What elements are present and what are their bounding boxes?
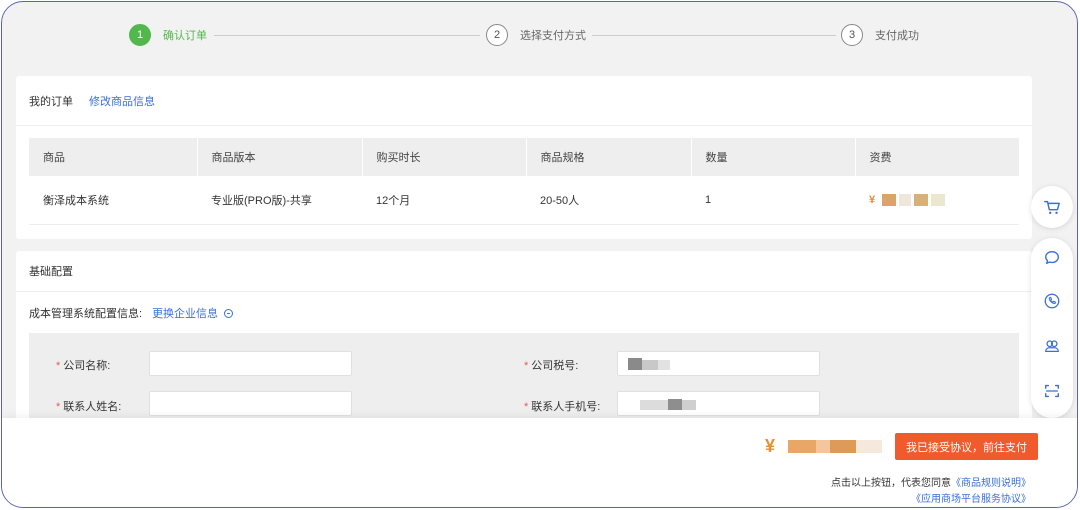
- checkout-footer: ¥ 我已接受协议，前往支付 点击以上按钮，代表您同意《商品规则说明》 《应用商场…: [2, 418, 1077, 507]
- price-cell: ¥: [855, 176, 1019, 225]
- order-table: 商品 商品版本 购买时长 商品规格 数量 资费 衡泽成本系统 专业版(PRO版)…: [29, 138, 1019, 225]
- column-header: 资费: [855, 138, 1019, 176]
- step-payment-success: 3 支付成功: [841, 24, 919, 46]
- change-company-link[interactable]: 更换企业信息: [152, 305, 218, 321]
- product-name: 衡泽成本系统: [29, 176, 197, 225]
- checkout-stepper: 1 确认订单 2 选择支付方式 3 支付成功: [2, 2, 1077, 72]
- tax-id-label: * 公司税号:: [524, 360, 579, 372]
- price-redacted: [882, 193, 897, 206]
- cart-float-button[interactable]: [1031, 186, 1073, 228]
- step-select-payment: 2 选择支付方式: [486, 24, 586, 46]
- total-price-redacted: [830, 440, 856, 453]
- step-connector: [592, 35, 836, 36]
- product-rules-link[interactable]: 《商品规则说明》: [951, 478, 1031, 489]
- total-price-redacted: [788, 440, 816, 453]
- purchase-duration: 12个月: [362, 176, 526, 225]
- quantity: 1: [691, 176, 855, 225]
- price-redacted: [899, 193, 912, 206]
- users-icon: [1045, 340, 1059, 353]
- contact-name-label: * 联系人姓名:: [56, 401, 122, 413]
- agreement-line-2: 《应用商场平台服务协议》: [911, 490, 1031, 505]
- total-price-redacted: [856, 440, 882, 453]
- platform-service-agreement-link[interactable]: 《应用商场平台服务协议》: [911, 494, 1031, 505]
- product-spec: 20-50人: [526, 176, 691, 225]
- step-number: 3: [841, 24, 863, 46]
- column-header: 购买时长: [362, 138, 527, 176]
- config-info-label: 成本管理系统配置信息:: [29, 308, 143, 320]
- agreement-line: 点击以上按钮，代表您同意《商品规则说明》: [831, 474, 1031, 489]
- cart-icon: [1044, 200, 1060, 215]
- redacted-value: [658, 360, 670, 370]
- chat-float-button[interactable]: [1042, 248, 1062, 268]
- column-header: 商品规格: [526, 138, 692, 176]
- step-number: 2: [486, 24, 508, 46]
- column-header: 商品版本: [197, 138, 363, 176]
- company-name-field[interactable]: [149, 351, 352, 376]
- column-header: 商品: [29, 138, 198, 176]
- price-symbol: ¥: [869, 193, 876, 206]
- phone-icon: [1044, 293, 1060, 309]
- config-info-row: 成本管理系统配置信息: 更换企业信息: [29, 305, 234, 321]
- accept-and-pay-button[interactable]: 我已接受协议，前往支付: [895, 433, 1038, 460]
- float-toolbar: [1031, 238, 1073, 418]
- price-redacted: [914, 193, 929, 206]
- step-label: 支付成功: [875, 30, 919, 42]
- step-connector: [214, 35, 480, 36]
- modify-product-link[interactable]: 修改商品信息: [89, 93, 155, 109]
- company-name-label: * 公司名称:: [56, 360, 111, 372]
- tax-id-field[interactable]: [617, 351, 820, 376]
- price-redacted: [931, 193, 946, 206]
- chat-icon: [1045, 251, 1059, 265]
- order-panel: 我的订单 修改商品信息 商品 商品版本 购买时长 商品规格 数量 资费 衡泽成本…: [16, 76, 1032, 239]
- total-price-redacted: [816, 440, 830, 453]
- config-title: 基础配置: [29, 266, 73, 278]
- info-switch-icon[interactable]: [224, 308, 234, 318]
- table-header-row: 商品 商品版本 购买时长 商品规格 数量 资费: [29, 138, 1019, 176]
- config-panel-header: 基础配置: [16, 251, 1032, 292]
- contact-phone-field[interactable]: [617, 391, 820, 416]
- order-panel-header: 我的订单 修改商品信息: [16, 76, 1032, 126]
- step-number: 1: [129, 24, 151, 46]
- redacted-value: [682, 400, 696, 410]
- agreement-text: 点击以上按钮，代表您同意: [831, 478, 951, 489]
- contact-phone-label: * 联系人手机号:: [524, 401, 601, 413]
- app-window: 1 确认订单 2 选择支付方式 3 支付成功 我的订单 修改商品信息 商品 商品…: [1, 1, 1078, 508]
- order-title: 我的订单: [29, 95, 73, 108]
- scan-float-button[interactable]: [1042, 381, 1062, 401]
- step-confirm-order: 1 确认订单: [129, 24, 207, 46]
- step-label: 选择支付方式: [520, 30, 586, 42]
- step-label: 确认订单: [163, 30, 207, 42]
- redacted-value: [668, 399, 682, 410]
- column-header: 数量: [691, 138, 856, 176]
- group-float-button[interactable]: [1042, 336, 1062, 356]
- product-version: 专业版(PRO版)-共享: [197, 176, 362, 225]
- scan-icon: [1045, 384, 1059, 398]
- table-row: 衡泽成本系统 专业版(PRO版)-共享 12个月 20-50人 1 ¥: [29, 176, 1019, 225]
- contact-name-field[interactable]: [149, 391, 352, 416]
- redacted-value: [628, 358, 642, 370]
- phone-float-button[interactable]: [1042, 291, 1062, 311]
- total-price-symbol: ¥: [765, 436, 776, 456]
- redacted-value: [640, 400, 668, 410]
- redacted-value: [642, 360, 658, 370]
